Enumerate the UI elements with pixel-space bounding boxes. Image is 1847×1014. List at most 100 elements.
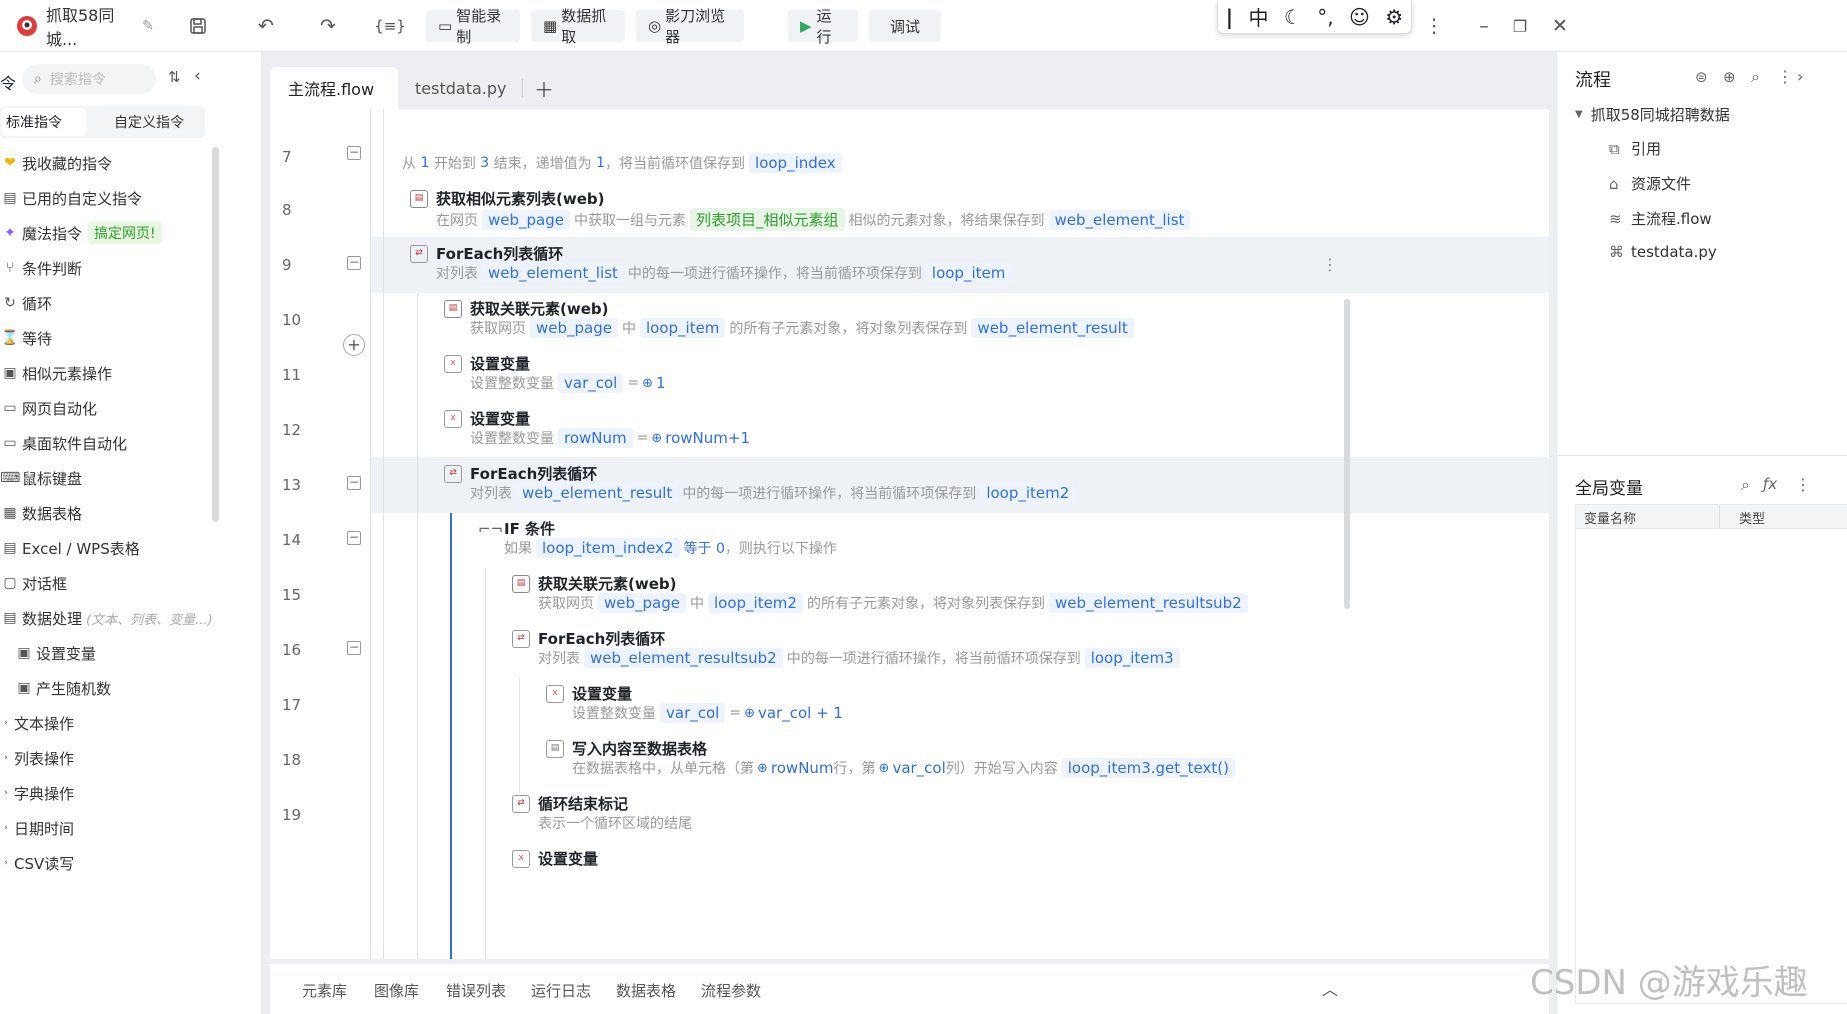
tree-item-resources[interactable]: ⌂ 资源文件 [1609,173,1691,194]
cmd-list-ops[interactable]: › 列表操作 [0,746,74,770]
variable-tag[interactable]: web_page [598,593,686,613]
step-title[interactable]: ForEach列表循环 [470,463,597,484]
expression-value[interactable]: rowNum+1 [665,429,750,447]
more-icon[interactable]: ⋮ [1418,10,1450,42]
cmd-mouse-keyboard[interactable]: ⌨ 鼠标键盘 [0,466,82,490]
tab-error-list[interactable]: 错误列表 [446,980,506,1001]
step-title[interactable]: ForEach列表循环 [538,628,665,649]
expression-value[interactable]: var_col [892,759,945,777]
tab-main-flow[interactable]: 主流程.flow [270,67,398,109]
tab-run-log[interactable]: 运行日志 [531,980,591,1001]
step-title[interactable]: IF 条件 [504,518,555,539]
step-title[interactable]: 设置变量 [470,353,530,374]
sort-icon[interactable]: ⇅ [168,68,181,86]
add-module-icon[interactable]: ⊕ [1723,68,1736,86]
cmd-text-ops[interactable]: › 文本操作 [0,711,74,735]
cmd-used-custom[interactable]: ▤ 已用的自定义指令 [0,186,142,210]
code-icon[interactable]: {≡} [374,10,406,42]
debug-button[interactable]: 调试 [869,10,941,42]
cmd-dialog[interactable]: ▢ 对话框 [0,571,67,595]
add-tab-icon[interactable]: ＋ [534,67,554,109]
flow-more-icon[interactable]: ⋮ [1777,67,1793,86]
expression-value[interactable]: rowNum [771,759,834,777]
search-variable-icon[interactable]: ⌕ [1741,475,1750,495]
data-scrape-button[interactable]: ▦ 数据抓取 [531,7,625,46]
variable-tag[interactable]: web_page [482,209,570,230]
cmd-condition[interactable]: ⑂ 条件判断 [0,256,82,280]
variable-tag[interactable]: loop_item_index2 [536,538,680,558]
tab-testdata[interactable]: testdata.py [415,67,515,109]
cmd-wait[interactable]: ⌛ 等待 [0,326,52,350]
variable-tag[interactable]: rowNum [558,428,633,448]
tab-custom-commands[interactable]: 自定义指令 [114,112,184,132]
emoji-icon[interactable]: ☺ [1349,5,1370,29]
browser-button[interactable]: ◎ 影刀浏览器 [636,7,744,46]
variable-tag[interactable]: web_element_resultsub2 [1048,593,1248,613]
variable-tag[interactable]: loop_item [925,263,1012,283]
gear-icon[interactable]: ⚙ [1385,5,1403,29]
tab-element-library[interactable]: 元素库 [302,980,347,1001]
left-scrollbar[interactable] [212,147,219,522]
tab-image-library[interactable]: 图像库 [374,980,419,1001]
column-type[interactable]: 类型 [1739,508,1765,527]
cmd-dict-ops[interactable]: › 字典操作 [0,781,74,805]
step-title[interactable]: 写入内容至数据表格 [572,738,707,759]
cmd-csv[interactable]: › CSV读写 [0,851,74,875]
add-flow-icon[interactable]: ⊜ [1695,68,1708,86]
step-title[interactable]: 循环结束标记 [538,793,628,814]
step-title[interactable]: ForEach列表循环 [436,243,563,264]
undo-icon[interactable]: ↶ [250,10,282,42]
fold-toggle[interactable]: − [347,256,361,270]
collapse-panel-icon[interactable]: ‹ [194,66,201,86]
minimize-icon[interactable]: – [1468,10,1500,42]
moon-icon[interactable]: ☾ [1284,5,1302,29]
tab-data-table[interactable]: 数据表格 [616,980,676,1001]
save-icon[interactable] [182,10,214,42]
element-tag[interactable]: 列表项目_相似元素组 [689,208,845,231]
fold-toggle[interactable]: − [347,641,361,655]
search-input[interactable]: ⌕ 搜索指令 [22,64,156,94]
variable-tag[interactable]: loop_index [749,153,842,173]
variable-tag[interactable]: var_col [660,703,726,723]
project-root[interactable]: ▼ 抓取58同城招聘数据 [1575,104,1730,125]
variable-tag[interactable]: web_element_resultsub2 [584,648,783,668]
globals-more-icon[interactable]: ⋮ [1795,475,1811,494]
variable-tag[interactable]: web_element_result [971,318,1134,338]
ime-chinese-toggle[interactable]: 中 [1248,2,1268,31]
cmd-loop[interactable]: ↻ 循环 [0,291,52,315]
variable-tag[interactable]: loop_item3 [1084,648,1180,668]
step-title[interactable]: 设置变量 [572,683,632,704]
punctuation-icon[interactable]: °, [1317,5,1333,29]
variable-tag[interactable]: web_element_result [516,483,679,503]
cmd-favorites[interactable]: ❤ 我收藏的指令 [0,151,112,175]
editor-scrollbar[interactable] [1344,299,1350,609]
restore-icon[interactable]: ❐ [1504,10,1536,42]
variable-tag[interactable]: var_col [558,373,624,393]
cmd-web-automation[interactable]: ▭ 网页自动化 [0,396,97,420]
expand-panel-icon[interactable]: ︿ [1322,976,1338,1000]
variable-tag[interactable]: loop_item3.get_text() [1061,758,1235,778]
close-icon[interactable]: ✕ [1544,10,1576,42]
variable-tag[interactable]: loop_item2 [707,593,803,613]
cmd-datetime[interactable]: › 日期时间 [0,816,74,840]
variable-tag[interactable]: web_page [530,318,618,338]
cmd-data-table[interactable]: ▦ 数据表格 [0,501,82,525]
condition-operator[interactable]: 等于 0 [684,538,725,558]
add-variable-icon[interactable]: ƒx [1763,475,1777,493]
cmd-set-variable[interactable]: ▣ 设置变量 [14,641,96,665]
smart-record-button[interactable]: ▭ 智能录制 [426,7,520,46]
step-title[interactable]: 获取相似元素列表(web) [436,188,604,209]
step-title[interactable]: 设置变量 [470,408,530,429]
run-button[interactable]: ▶ 运行 [788,7,858,46]
step-title[interactable]: 设置变量 [538,848,598,869]
tree-item-testdata[interactable]: ⌘ testdata.py [1609,243,1717,261]
step-title[interactable]: 获取关联元素(web) [470,298,608,319]
expression-value[interactable]: 1 [656,374,666,392]
fold-toggle[interactable]: − [347,531,361,545]
cmd-desktop-automation[interactable]: ▭ 桌面软件自动化 [0,431,127,455]
step-title[interactable]: 获取关联元素(web) [538,573,676,594]
variable-tag[interactable]: web_element_list [482,263,624,283]
edit-title-icon[interactable]: ✎ [132,10,164,42]
add-step-button[interactable]: + [343,334,365,356]
cmd-random-number[interactable]: ▣ 产生随机数 [14,676,111,700]
